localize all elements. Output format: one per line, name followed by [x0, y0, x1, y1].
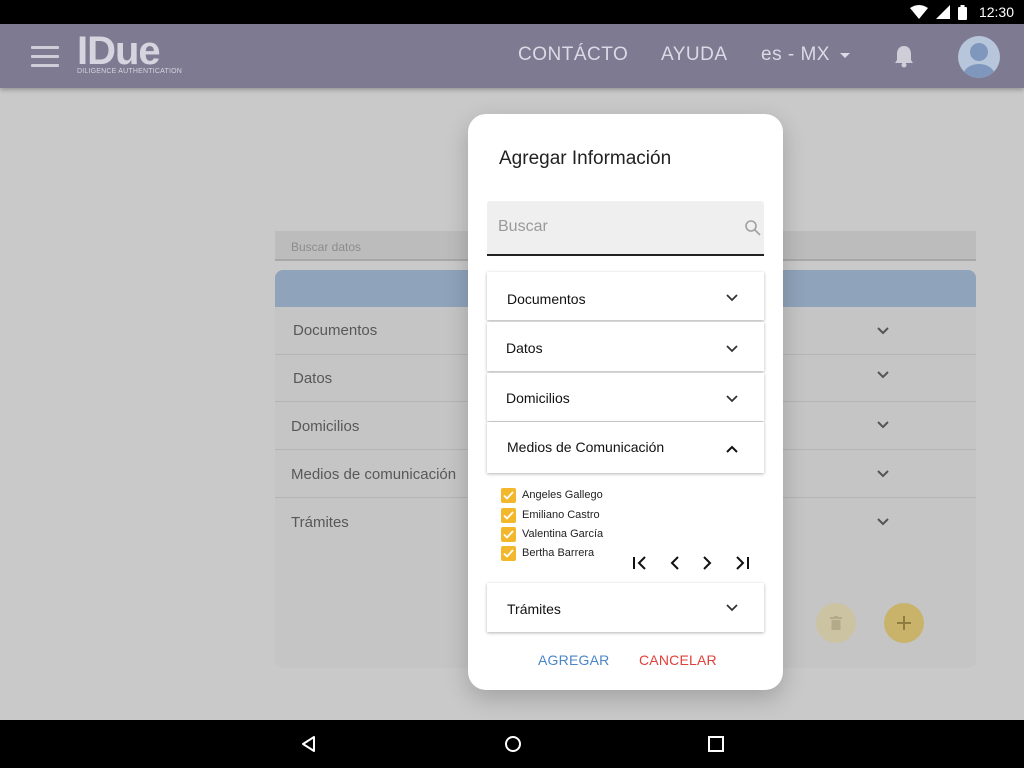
check-icon — [503, 529, 514, 539]
dialog-search-field[interactable] — [487, 201, 764, 256]
checkbox[interactable] — [501, 507, 516, 523]
nav-contacto-link[interactable]: CONTÁCTO — [518, 44, 628, 66]
search-icon[interactable] — [744, 219, 762, 237]
chevron-down-icon — [877, 470, 889, 478]
background-row-label: Medios de comunicación — [291, 466, 457, 483]
add-button — [884, 603, 924, 643]
last-page-icon[interactable] — [732, 555, 752, 571]
chevron-down-icon — [877, 518, 889, 526]
chevron-down-icon — [726, 395, 738, 403]
language-selector[interactable]: es - MX — [761, 44, 850, 66]
logo-tagline: DILIGENCE AUTHENTICATION — [77, 68, 183, 75]
next-page-icon[interactable] — [697, 555, 717, 571]
language-label: es - MX — [761, 44, 830, 65]
check-icon — [503, 548, 514, 558]
chevron-down-icon — [726, 604, 738, 612]
status-time: 12:30 — [978, 4, 1014, 20]
agregar-button[interactable]: AGREGAR — [538, 652, 609, 668]
back-icon[interactable] — [299, 734, 319, 754]
search-input[interactable] — [498, 215, 718, 239]
section-label: Domicilios — [506, 390, 570, 406]
contact-name: Angeles Gallego — [522, 489, 603, 501]
contact-checkbox-item[interactable]: Emiliano Castro — [501, 507, 600, 523]
home-icon[interactable] — [503, 734, 523, 754]
trash-icon — [830, 616, 842, 630]
add-info-dialog: Agregar Información Documentos Datos Dom… — [468, 114, 783, 690]
background-search-placeholder: Buscar datos — [291, 240, 362, 254]
chevron-down-icon — [877, 327, 889, 335]
contact-name: Bertha Barrera — [522, 547, 595, 559]
contact-name: Emiliano Castro — [522, 509, 600, 521]
chevron-down-icon — [877, 421, 889, 429]
check-icon — [503, 490, 514, 500]
checkbox[interactable] — [501, 545, 516, 561]
section-datos[interactable]: Datos — [487, 322, 764, 371]
section-label: Trámites — [507, 601, 561, 617]
wifi-icon — [909, 5, 928, 19]
nav-ayuda-link[interactable]: AYUDA — [661, 44, 728, 66]
chevron-down-icon — [877, 371, 889, 379]
avatar[interactable] — [958, 36, 1000, 78]
checkbox[interactable] — [501, 526, 516, 542]
user-icon — [963, 43, 995, 78]
bell-icon[interactable] — [893, 44, 915, 68]
section-domicilios[interactable]: Domicilios — [487, 373, 764, 421]
battery-icon — [957, 4, 967, 20]
logo-text: IDue — [77, 29, 161, 73]
section-label: Datos — [506, 340, 543, 356]
background-row-label: Trámites — [291, 514, 349, 531]
app-bar: IDue DILIGENCE AUTHENTICATION CONTÁCTO A… — [0, 24, 1024, 88]
status-bar: 12:30 — [0, 0, 1024, 24]
delete-button — [816, 603, 856, 643]
contact-checkbox-item[interactable]: Bertha Barrera — [501, 545, 594, 561]
section-documentos[interactable]: Documentos — [487, 272, 764, 320]
chevron-down-icon — [839, 52, 850, 58]
checkbox[interactable] — [501, 487, 516, 503]
contact-name: Valentina García — [522, 528, 604, 540]
section-tramites[interactable]: Trámites — [487, 583, 764, 632]
section-label: Medios de Comunicación — [507, 439, 665, 455]
plus-icon — [897, 616, 911, 630]
section-medios-de-comunicacion[interactable]: Medios de Comunicación — [487, 422, 764, 473]
logo: IDue DILIGENCE AUTHENTICATION — [77, 29, 183, 75]
cancelar-button[interactable]: CANCELAR — [639, 652, 717, 668]
first-page-icon[interactable] — [630, 555, 650, 571]
menu-icon[interactable] — [31, 46, 59, 67]
dialog-title: Agregar Información — [499, 148, 672, 169]
background-row-label: Domicilios — [291, 418, 360, 435]
background-row-label: Datos — [293, 370, 333, 387]
section-label: Documentos — [507, 291, 586, 307]
signal-icon — [935, 5, 950, 19]
chevron-up-icon — [726, 445, 738, 453]
background-row-label: Documentos — [293, 322, 378, 339]
contact-checkbox-item[interactable]: Angeles Gallego — [501, 487, 603, 503]
chevron-down-icon — [726, 345, 738, 353]
chevron-down-icon — [726, 294, 738, 302]
recents-icon[interactable] — [706, 734, 726, 754]
contact-checkbox-item[interactable]: Valentina García — [501, 526, 603, 542]
check-icon — [503, 510, 514, 520]
previous-page-icon[interactable] — [665, 555, 685, 571]
system-nav-bar — [0, 720, 1024, 768]
